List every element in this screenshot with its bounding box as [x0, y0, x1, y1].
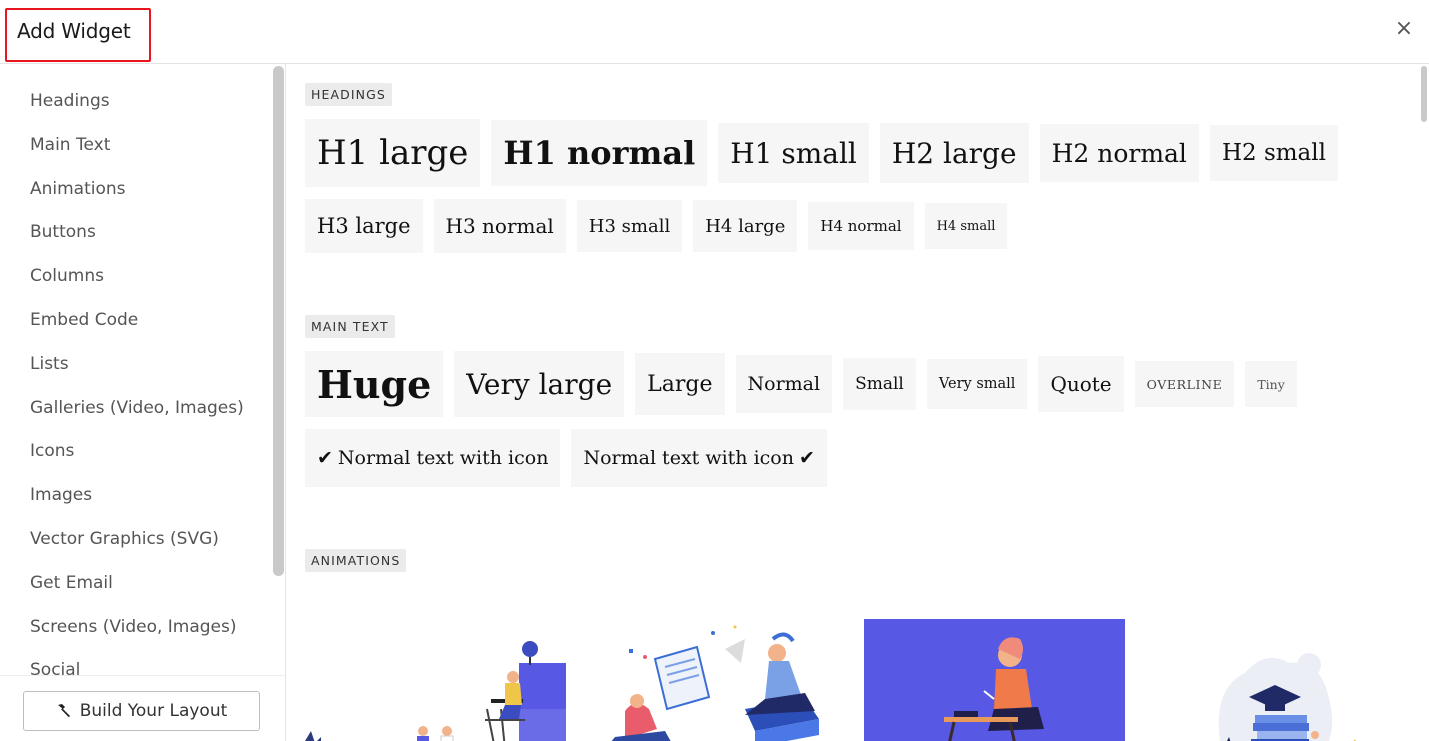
widget-h1-large[interactable]: H1 large: [305, 119, 481, 187]
sidebar-item-main-text[interactable]: Main Text: [0, 124, 272, 168]
check-icon: ✔: [317, 447, 333, 469]
widget-text-small[interactable]: Small: [843, 358, 916, 410]
widget-text-large[interactable]: Large: [635, 353, 725, 415]
build-layout-footer: Build Your Layout: [0, 675, 285, 741]
widget-text-overline[interactable]: OVERLINE: [1134, 361, 1235, 407]
sidebar-item-headings[interactable]: Headings: [0, 80, 272, 124]
widget-text-tiny[interactable]: Tiny: [1245, 361, 1297, 407]
widget-h2-normal[interactable]: H2 normal: [1039, 124, 1199, 182]
widget-text-quote[interactable]: Quote: [1038, 356, 1124, 412]
headings-row-2: H3 large H3 normal H3 small H4 large H4 …: [305, 199, 1008, 253]
widget-text-with-icon-right[interactable]: Normal text with icon ✔: [571, 429, 827, 487]
animation-reading-stairs[interactable]: [305, 619, 566, 741]
section-label-main-text: MAIN TEXT: [305, 315, 395, 338]
animation-graduation-books[interactable]: [1125, 619, 1386, 741]
widget-h4-large[interactable]: H4 large: [693, 200, 798, 252]
widget-text-huge[interactable]: Huge: [305, 351, 444, 417]
check-icon: ✔: [798, 447, 815, 469]
sidebar: Headings Main Text Animations Buttons Co…: [0, 64, 286, 741]
animation-studying-desk[interactable]: [864, 619, 1125, 741]
build-your-layout-button[interactable]: Build Your Layout: [23, 691, 260, 731]
widget-h3-normal[interactable]: H3 normal: [433, 199, 566, 253]
sidebar-item-screens[interactable]: Screens (Video, Images): [0, 606, 272, 650]
widget-h3-large[interactable]: H3 large: [305, 199, 423, 253]
sidebar-item-vector-graphics[interactable]: Vector Graphics (SVG): [0, 518, 272, 562]
dialog-title: Add Widget: [17, 19, 131, 43]
widget-text-with-icon-left[interactable]: ✔ Normal text with icon: [305, 429, 561, 487]
widget-text-with-icon-left-label: Normal text with icon: [337, 447, 549, 469]
animations-row: [305, 619, 1405, 741]
sidebar-item-icons[interactable]: Icons: [0, 430, 272, 474]
sidebar-list: Headings Main Text Animations Buttons Co…: [0, 80, 272, 693]
widget-gallery: HEADINGS H1 large H1 normal H1 small H2 …: [286, 64, 1429, 741]
widget-h2-large[interactable]: H2 large: [879, 123, 1029, 183]
widget-h2-small[interactable]: H2 small: [1209, 125, 1338, 181]
section-label-headings: HEADINGS: [305, 83, 392, 106]
sidebar-item-animations[interactable]: Animations: [0, 168, 272, 212]
widget-h4-small[interactable]: H4 small: [924, 203, 1008, 249]
close-icon[interactable]: ×: [1391, 16, 1417, 42]
sidebar-item-buttons[interactable]: Buttons: [0, 211, 272, 255]
widget-h1-normal[interactable]: H1 normal: [491, 120, 708, 186]
build-your-layout-label: Build Your Layout: [79, 701, 228, 721]
widget-h3-small[interactable]: H3 small: [576, 200, 683, 252]
sidebar-item-columns[interactable]: Columns: [0, 255, 272, 299]
widget-text-with-icon-right-label: Normal text with icon: [583, 447, 794, 469]
main-text-row-2: ✔ Normal text with icon Normal text with…: [305, 429, 827, 487]
sidebar-item-lists[interactable]: Lists: [0, 343, 272, 387]
sidebar-item-embed-code[interactable]: Embed Code: [0, 299, 272, 343]
sidebar-item-images[interactable]: Images: [0, 474, 272, 518]
section-label-animations: ANIMATIONS: [305, 549, 407, 572]
widget-text-normal[interactable]: Normal: [735, 355, 833, 413]
widget-h1-small[interactable]: H1 small: [718, 123, 869, 183]
widget-text-very-large[interactable]: Very large: [454, 351, 625, 417]
main-text-row-1: Huge Very large Large Normal Small Very …: [305, 351, 1297, 417]
hammer-icon: [57, 704, 70, 718]
sidebar-item-galleries[interactable]: Galleries (Video, Images): [0, 387, 272, 431]
gallery-scrollbar[interactable]: [1421, 66, 1427, 122]
sidebar-scrollbar[interactable]: [273, 66, 284, 576]
headings-row-1: H1 large H1 normal H1 small H2 large H2 …: [305, 119, 1338, 187]
animation-books-reading[interactable]: [605, 619, 866, 741]
dialog-header: Add Widget ×: [0, 0, 1429, 64]
widget-h4-normal[interactable]: H4 normal: [808, 202, 914, 250]
sidebar-item-get-email[interactable]: Get Email: [0, 562, 272, 606]
widget-text-very-small[interactable]: Very small: [926, 359, 1028, 409]
